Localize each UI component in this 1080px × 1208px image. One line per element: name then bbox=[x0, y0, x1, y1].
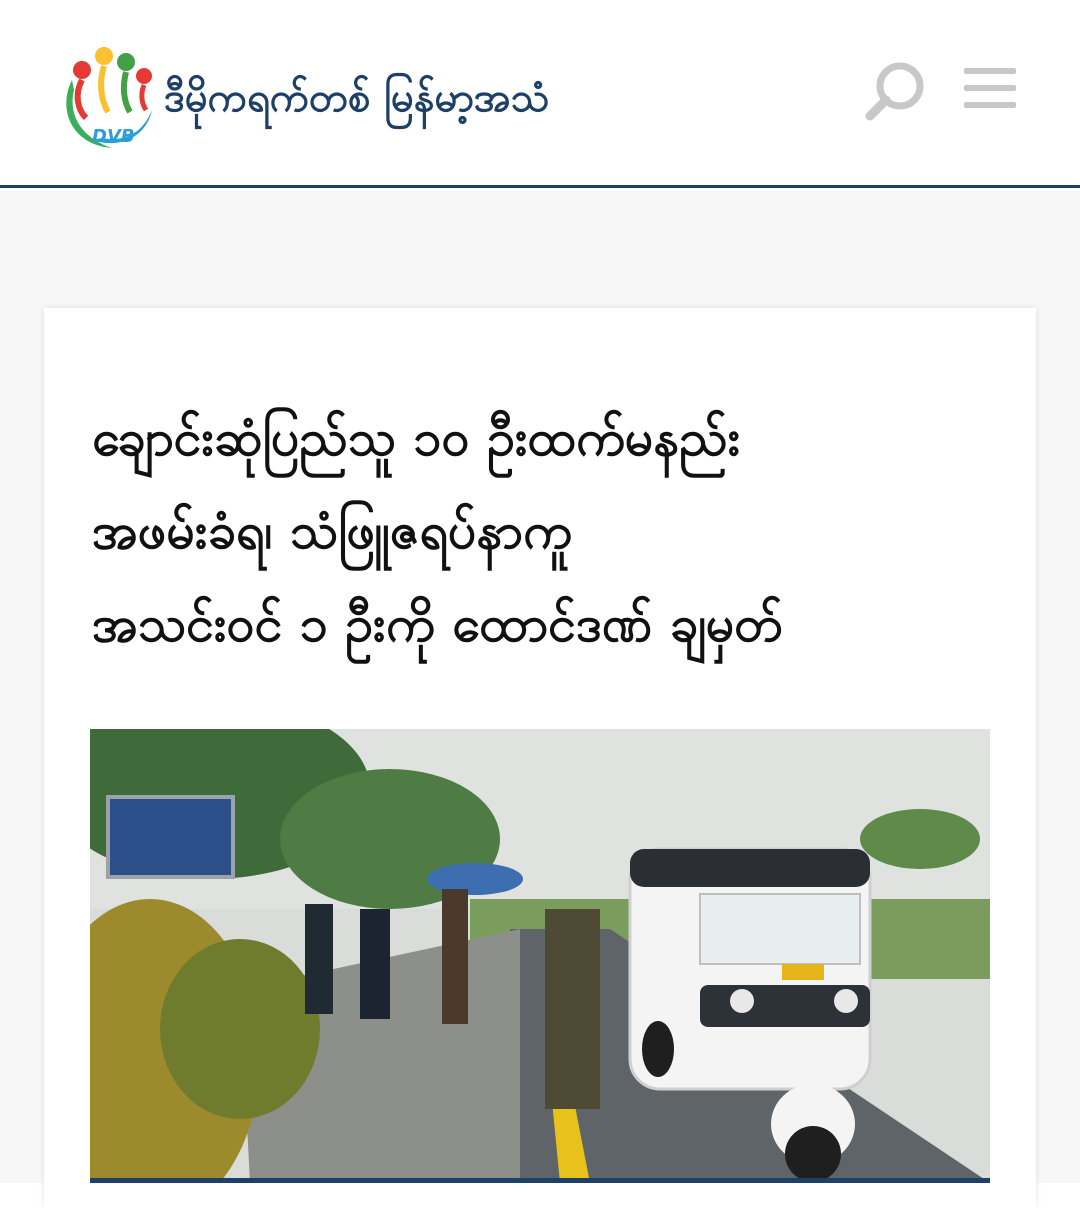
headline-line: ချောင်းဆုံပြည်သူ ၁၀ ဦးထက်မနည်း bbox=[92, 409, 741, 467]
article-photo[interactable] bbox=[90, 729, 990, 1183]
search-icon bbox=[865, 62, 924, 121]
menu-button[interactable] bbox=[960, 66, 1020, 110]
site-logo[interactable]: DVB ဒီမိုကရက်တစ် မြန်မာ့အသံ bbox=[52, 40, 549, 156]
logo-subtext: DVB bbox=[92, 126, 135, 147]
article-headline[interactable]: ချောင်းဆုံပြည်သူ ၁၀ ဦးထက်မနည်း အဖမ်းခံရ၊… bbox=[92, 392, 992, 671]
hamburger-menu-icon bbox=[964, 68, 1016, 108]
site-name: ဒီမိုကရက်တစ် မြန်မာ့အသံ bbox=[164, 75, 550, 121]
photo-bottom-strip bbox=[90, 1178, 990, 1183]
site-header: DVB ဒီမိုကရက်တစ် မြန်မာ့အသံ bbox=[0, 0, 1080, 188]
headline-line: အဖမ်းခံရ၊ သံဖြူဇရပ်နာကူ bbox=[92, 502, 572, 560]
news-photo-image bbox=[90, 729, 990, 1183]
search-button[interactable] bbox=[862, 60, 928, 126]
headline-line: အသင်းဝင် ၁ ဦးကို ထောင်ဒဏ် ချမှတ် bbox=[92, 595, 784, 653]
